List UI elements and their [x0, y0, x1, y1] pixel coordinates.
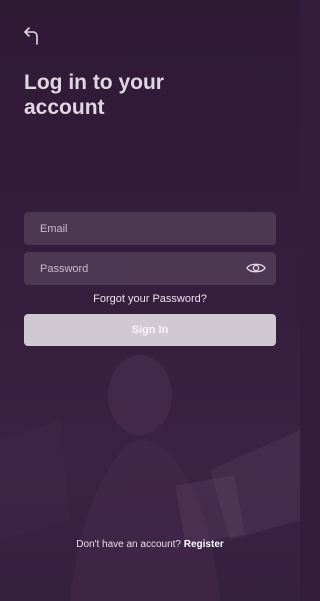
forgot-password-link[interactable]: Forgot your Password? — [0, 293, 300, 305]
sign-in-button[interactable]: Sign In — [24, 314, 276, 346]
email-field[interactable] — [24, 212, 276, 245]
password-field[interactable] — [24, 252, 276, 285]
password-input[interactable] — [24, 252, 276, 285]
back-button[interactable] — [20, 24, 44, 48]
back-arrow-icon — [24, 27, 38, 45]
page-title: Log in to your account — [24, 71, 164, 119]
register-prompt: Don't have an account? Register — [0, 539, 300, 550]
register-link[interactable]: Register — [184, 539, 224, 550]
login-screen: Log in to your account Forgot your Passw… — [0, 0, 300, 601]
register-prompt-text: Don't have an account? — [76, 539, 181, 550]
eye-icon[interactable] — [246, 261, 266, 275]
email-input[interactable] — [24, 212, 276, 245]
